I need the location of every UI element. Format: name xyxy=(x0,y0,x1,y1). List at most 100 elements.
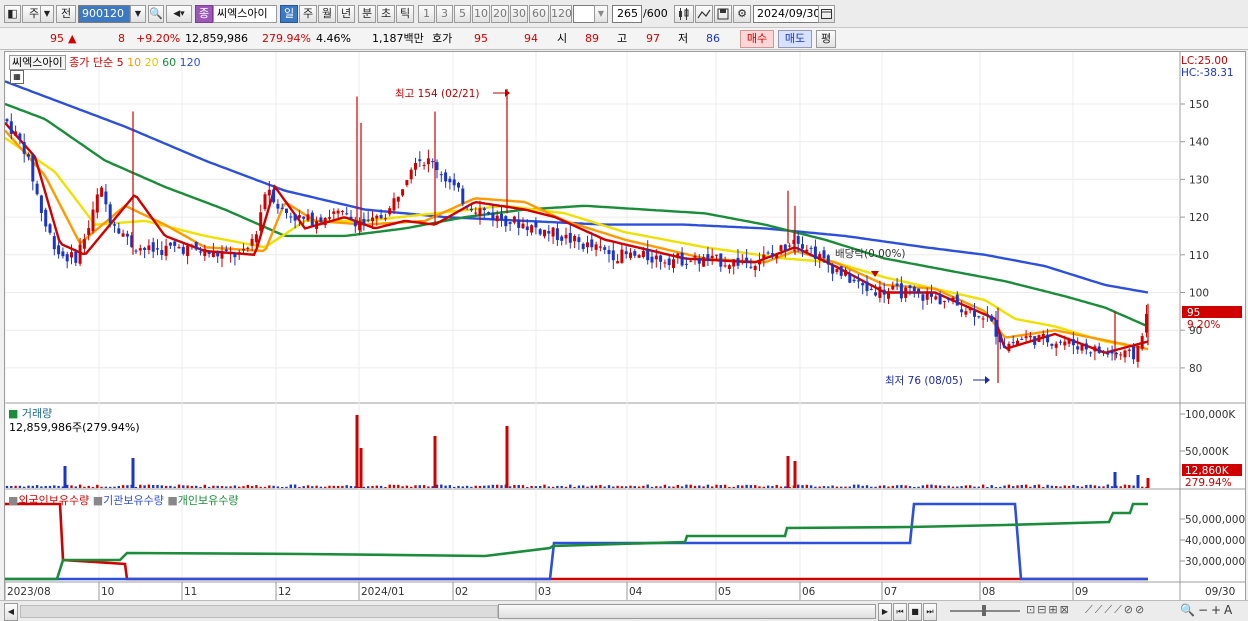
volume-bar xyxy=(539,486,542,488)
rewind-icon[interactable]: ⏮ xyxy=(893,603,907,621)
ruler-tools-icon[interactable]: ⟋⟋⟋⟋⊘⊘ xyxy=(1085,603,1146,617)
ma5-label[interactable]: 5 xyxy=(117,56,124,69)
interval-3[interactable]: 3 xyxy=(436,5,453,23)
interval-10[interactable]: 10 xyxy=(472,5,490,23)
candle-body xyxy=(753,265,757,271)
candle-body xyxy=(521,223,525,229)
scroll-right-icon[interactable]: ▶ xyxy=(878,603,892,621)
count-input[interactable]: 265 xyxy=(612,5,642,23)
candle-body xyxy=(500,213,503,221)
data-table-icon[interactable]: ▦ xyxy=(10,70,24,84)
candle-body xyxy=(310,212,314,226)
candle-body xyxy=(203,248,207,257)
candle-body xyxy=(598,246,602,248)
prev-button[interactable]: 전 xyxy=(56,5,76,23)
candle-body xyxy=(31,155,35,182)
interval-5[interactable]: 5 xyxy=(454,5,471,23)
volume-bar xyxy=(827,486,830,488)
interval-20[interactable]: 20 xyxy=(491,5,509,23)
volume-bar xyxy=(655,486,658,488)
period-minute[interactable]: 분 xyxy=(358,5,376,23)
volume-bar xyxy=(895,485,899,488)
volume-bar xyxy=(590,485,593,488)
volume-bar xyxy=(586,486,589,488)
ma60-label[interactable]: 60 xyxy=(162,56,176,69)
candle-body xyxy=(968,307,972,311)
volume-tag: 12,860K xyxy=(1185,465,1230,477)
interval-60[interactable]: 60 xyxy=(529,5,549,23)
low-arrow-icon xyxy=(973,376,990,384)
individual-holding-label[interactable]: 개인보유수량 xyxy=(178,494,239,507)
interval-30[interactable]: 30 xyxy=(510,5,528,23)
candle-body xyxy=(1067,338,1071,344)
scrollbar-thumb[interactable] xyxy=(498,604,876,619)
volume-bar xyxy=(969,485,972,488)
candle-type-icon[interactable] xyxy=(674,5,694,23)
candle-body xyxy=(534,221,538,228)
ma20-label[interactable]: 20 xyxy=(145,56,159,69)
volume-bar xyxy=(990,485,993,488)
mode-dropdown-icon[interactable]: ▼ xyxy=(40,5,54,23)
foreign-holding-label[interactable]: 외국인보유수량 xyxy=(18,494,89,507)
fast-forward-icon[interactable]: ⏭ xyxy=(923,603,937,621)
buy-button[interactable]: 매수 xyxy=(740,30,774,48)
scroll-left-icon[interactable]: ◀ xyxy=(4,603,18,621)
settings-gear-icon[interactable]: ⚙ xyxy=(733,5,751,23)
candle-body xyxy=(607,249,611,255)
price-legend[interactable]: 씨엑스아이 종가 단순 5 10 20 60 120 xyxy=(9,54,201,70)
period-week[interactable]: 주 xyxy=(299,5,317,23)
calendar-icon[interactable] xyxy=(818,5,835,23)
volume-bar xyxy=(711,486,714,488)
date-input[interactable]: 2024/09/30 xyxy=(753,5,820,23)
institution-holding-label[interactable]: 기관보유수량 xyxy=(103,494,164,507)
candle-body xyxy=(560,236,564,241)
scrollbar-track[interactable] xyxy=(20,605,498,618)
period-tick[interactable]: 틱 xyxy=(396,5,414,23)
window-icon[interactable]: ◧ xyxy=(4,5,21,23)
candle-body xyxy=(104,191,108,205)
volume-bar xyxy=(229,486,232,488)
candle-body xyxy=(237,252,241,255)
ma-title[interactable]: 종가 단순 xyxy=(69,56,113,69)
interval-120[interactable]: 120 xyxy=(550,5,572,23)
stock-name-tag[interactable]: 씨엑스아이 xyxy=(9,55,66,70)
interval-dropdown-icon[interactable]: ▼ xyxy=(594,5,608,23)
code-dropdown-icon[interactable]: ▼ xyxy=(130,5,146,23)
draw-tool-icon[interactable] xyxy=(695,5,713,23)
interval-1[interactable]: 1 xyxy=(418,5,435,23)
candle-body xyxy=(740,261,744,263)
sell-button[interactable]: 매도 xyxy=(778,30,812,48)
candle-body xyxy=(770,253,774,255)
x-axis-labels: 2023/08 10 11 12 2024/01 02 03 04 05 06 07 08 09 xyxy=(7,586,1088,598)
zoom-slider-handle[interactable] xyxy=(982,605,986,616)
save-icon[interactable] xyxy=(714,5,732,23)
ma120-label[interactable]: 120 xyxy=(180,56,201,69)
period-month[interactable]: 월 xyxy=(318,5,336,23)
candle-body xyxy=(151,242,155,252)
eval-button[interactable]: 평 xyxy=(816,30,836,48)
zoom-controls-icon[interactable]: 🔍−+A xyxy=(1180,603,1235,617)
period-day[interactable]: 일 xyxy=(280,5,298,23)
period-second[interactable]: 초 xyxy=(377,5,395,23)
volume-bar xyxy=(917,486,920,488)
sound-icon[interactable]: ◀▾ xyxy=(166,5,192,23)
volume-bar xyxy=(801,485,804,488)
holding-legend[interactable]: ■외국인보유수량 ■기관보유수량 ■개인보유수량 xyxy=(8,492,239,508)
candle-body xyxy=(401,189,405,196)
drawing-tools-icon[interactable]: ⊡⊟⊞⊠ xyxy=(1026,603,1071,616)
price-change-pct: +9.20% xyxy=(136,32,181,45)
chart-area[interactable]: 150 140 130 120 110 100 90 80 100,000K 50,000K 50,… xyxy=(4,51,1246,601)
search-icon[interactable]: 🔍 xyxy=(148,5,164,23)
volume-bar xyxy=(78,484,82,488)
period-year[interactable]: 년 xyxy=(337,5,355,23)
ma10-label[interactable]: 10 xyxy=(127,56,141,69)
interval-custom-input[interactable] xyxy=(573,5,595,23)
candle-body xyxy=(994,319,998,337)
chart-canvas[interactable]: 1501401301201101009080100,000K50,000K50,… xyxy=(4,52,1245,600)
volume-bar xyxy=(139,484,142,488)
candle-body xyxy=(951,297,955,302)
stock-code-input[interactable]: 900120 xyxy=(78,5,130,23)
candle-body xyxy=(1033,336,1037,345)
candle-body xyxy=(594,244,598,250)
stop-icon[interactable]: ■ xyxy=(908,603,922,621)
